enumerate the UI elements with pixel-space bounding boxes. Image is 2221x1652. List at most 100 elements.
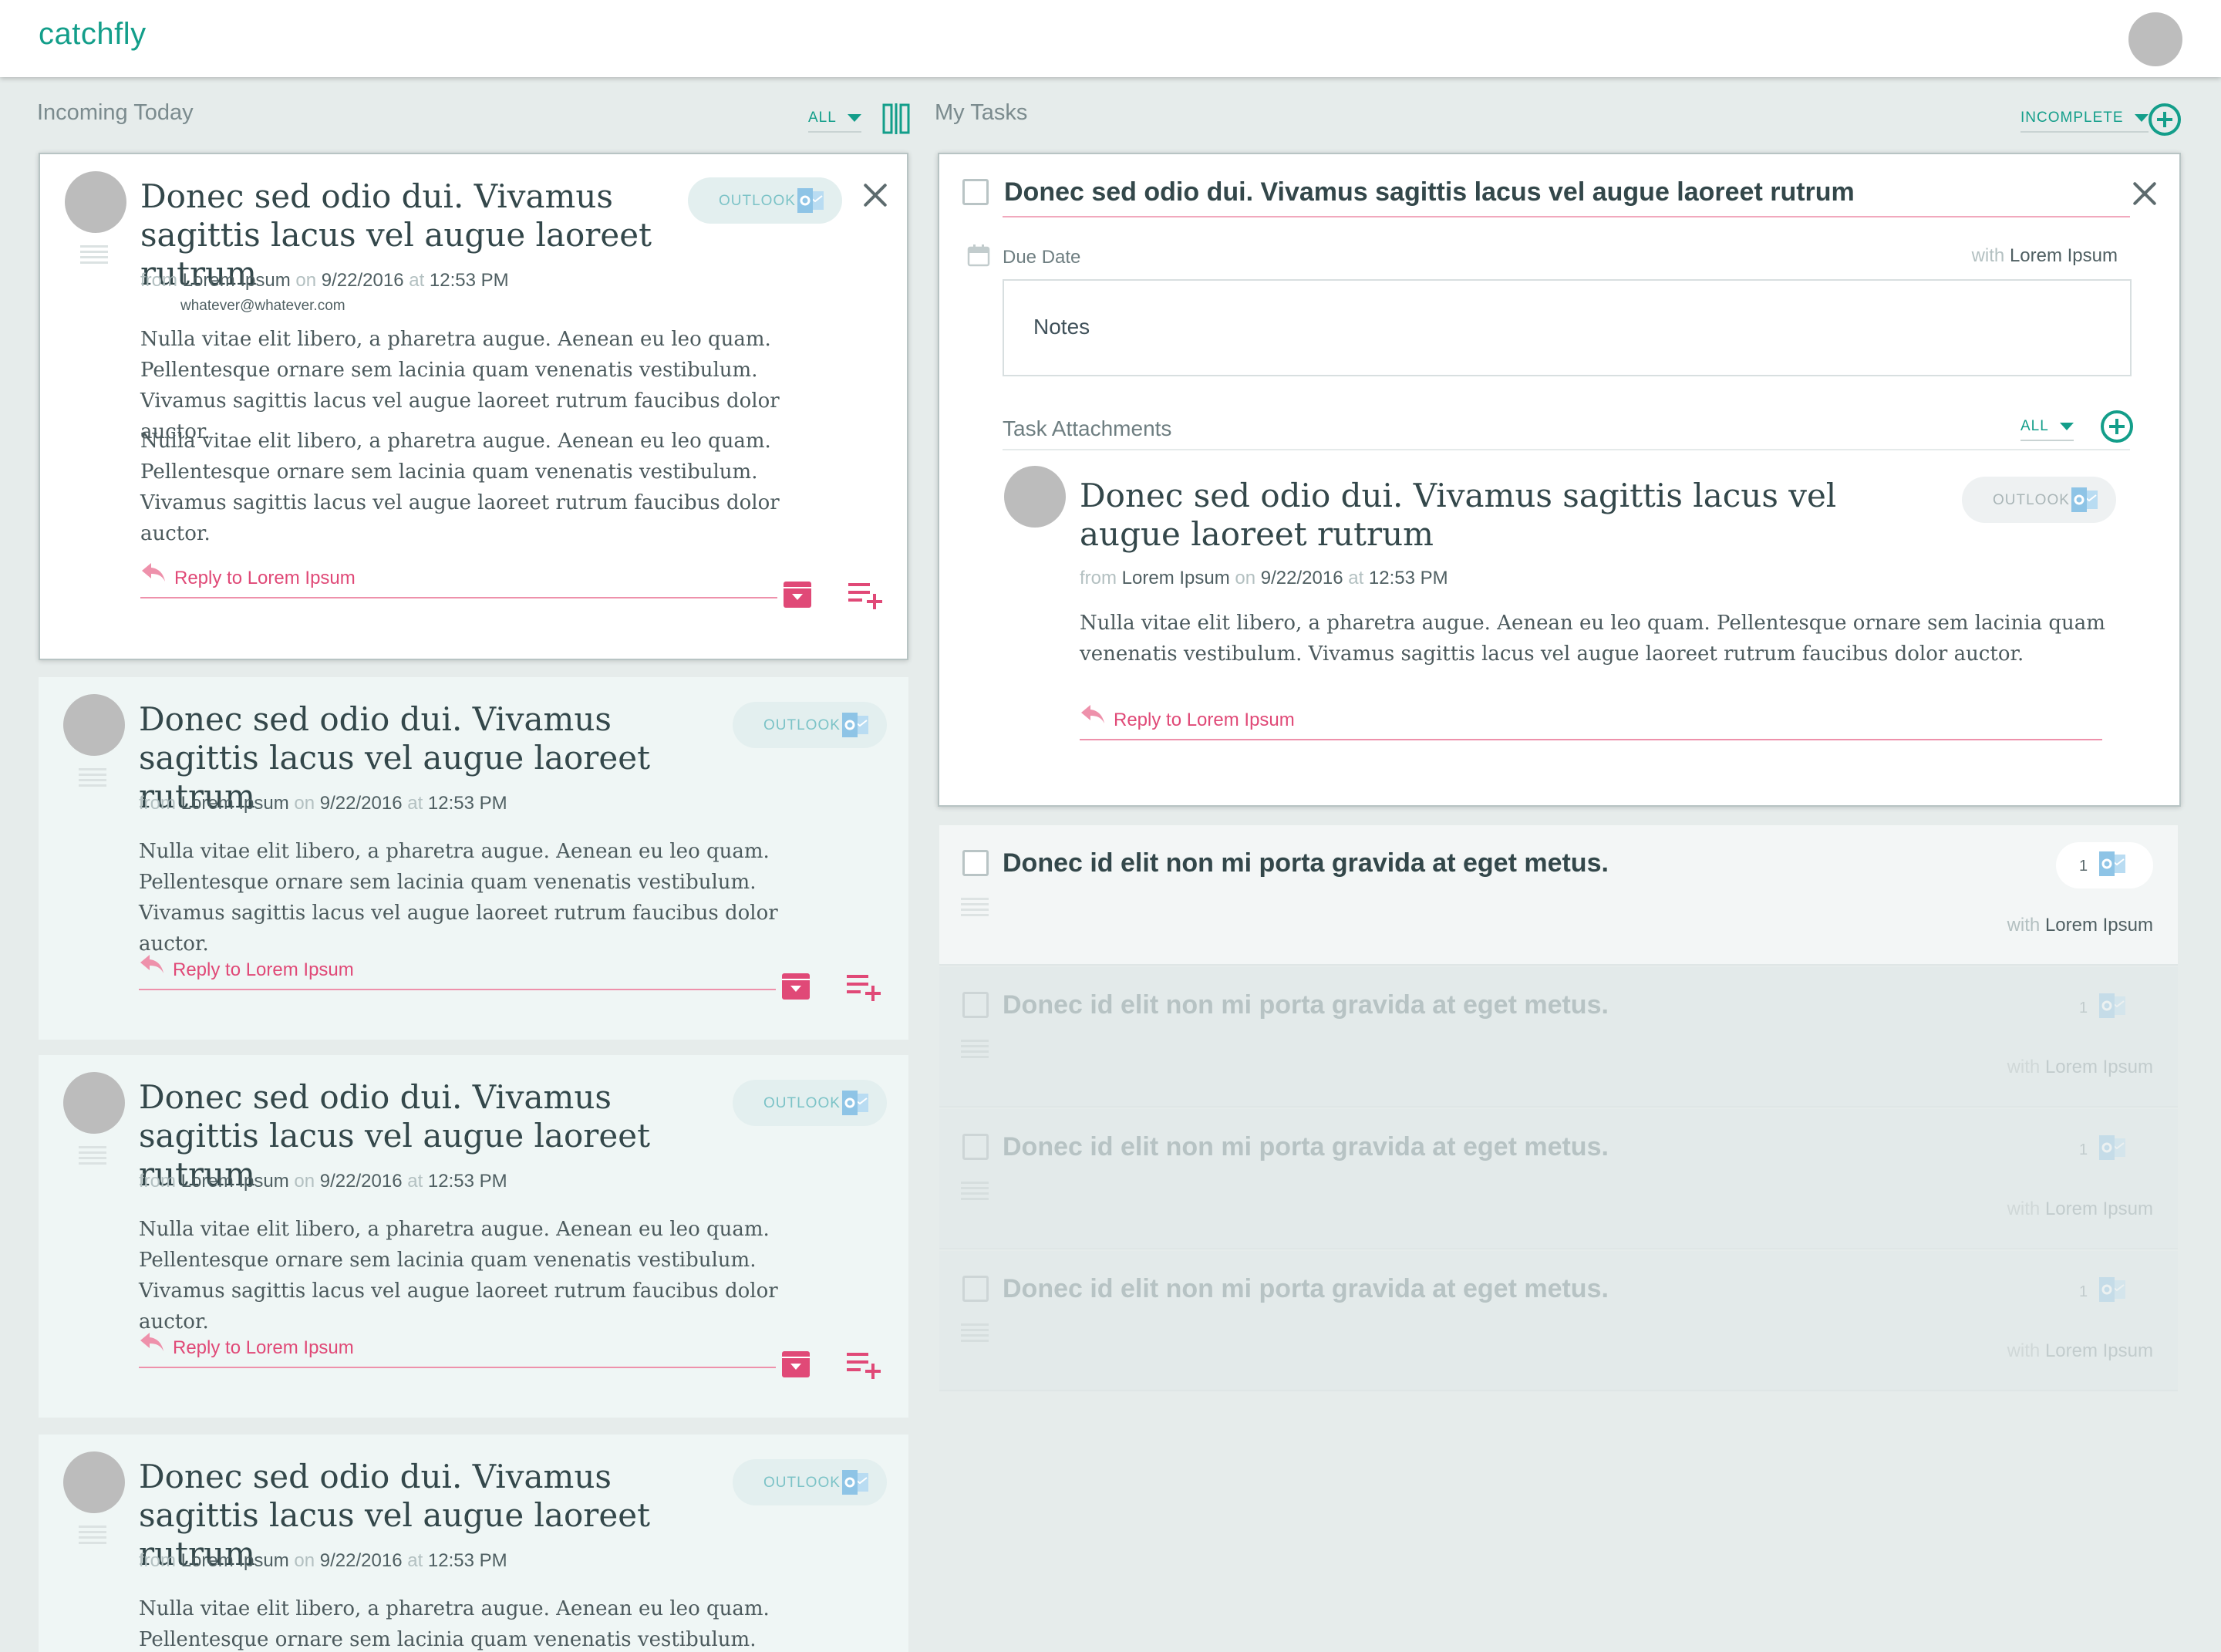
sender-avatar [1004,466,1066,528]
outlook-icon [2099,1277,2125,1302]
attachment-count-badge: 1 [2056,1268,2153,1314]
add-attachment-button[interactable] [2101,410,2133,443]
task-with: with Lorem Ipsum [2007,1057,2153,1078]
task-row-title: Donec id elit non mi porta gravida at eg… [1003,990,1609,1020]
close-icon[interactable] [862,182,888,208]
with-label: with [2007,1340,2041,1361]
outlook-icon [842,1470,868,1495]
email-body-paragraph: Nulla vitae elit libero, a pharetra augu… [139,840,778,956]
drag-handle-icon[interactable] [961,1040,989,1060]
with-name: Lorem Ipsum [2044,1340,2153,1361]
sender-avatar [63,694,125,756]
at-label: at [1348,568,1364,588]
reply-field[interactable]: Reply to Lorem Ipsum [140,557,777,598]
with-label: with [2007,915,2041,936]
with-name: Lorem Ipsum [2044,1199,2153,1219]
from-label: from [139,1171,176,1192]
sender-avatar [63,1451,125,1513]
email-card[interactable]: Donec sed odio dui. Vivamus sagittis lac… [39,1055,908,1418]
task-checkbox[interactable] [962,850,989,876]
app-logo[interactable]: catchfly [39,17,147,52]
tasks-filter-dropdown[interactable]: INCOMPLETE [2020,110,2149,133]
incoming-header: Incoming Today [37,100,194,125]
sender-avatar [65,171,126,233]
archive-icon[interactable] [780,1348,811,1379]
drag-handle-icon[interactable] [79,1146,106,1166]
notes-field[interactable]: Notes [1003,279,2132,376]
with-label: with [2007,1057,2041,1077]
close-icon[interactable] [2132,180,2158,207]
attachment-count: 1 [2079,858,2088,875]
email-time: 12:53 PM [1368,568,1448,588]
caret-down-icon [847,113,861,122]
task-title-underline [1003,216,2130,217]
add-to-tasks-icon[interactable] [847,1350,882,1381]
reply-field[interactable]: Reply to Lorem Ipsum [1080,699,2102,740]
drag-handle-icon[interactable] [961,1323,989,1344]
email-card[interactable]: Donec sed odio dui. Vivamus sagittis lac… [39,1435,908,1652]
task-row[interactable]: Donec id elit non mi porta gravida at eg… [939,967,2178,1108]
notes-placeholder: Notes [1033,315,1090,339]
attachment-count-badge: 1 [2056,1126,2153,1172]
reply-field[interactable]: Reply to Lorem Ipsum [139,1327,776,1368]
drag-handle-icon[interactable] [961,898,989,918]
on-label: on [294,1550,315,1571]
open-task-card[interactable]: Donec sed odio dui. Vivamus sagittis lac… [938,153,2181,807]
add-task-button[interactable] [2149,103,2181,136]
task-checkbox[interactable] [962,179,989,205]
task-row[interactable]: Donec id elit non mi porta gravida at eg… [939,1109,2178,1249]
task-row-title: Donec id elit non mi porta gravida at eg… [1003,1274,1609,1303]
user-avatar[interactable] [2128,12,2182,66]
add-to-tasks-icon[interactable] [847,972,882,1003]
add-to-tasks-icon[interactable] [848,580,884,611]
archive-icon[interactable] [782,578,813,609]
drag-handle-icon[interactable] [80,245,108,265]
drag-handle-icon[interactable] [961,1182,989,1202]
attachment-body: Nulla vitae elit libero, a pharetra augu… [1080,612,2105,666]
with-label: with [1971,245,2005,266]
drag-handle-icon[interactable] [79,768,106,788]
task-row[interactable]: Donec id elit non mi porta gravida at eg… [939,1251,2178,1391]
task-row[interactable]: Donec id elit non mi porta gravida at eg… [939,825,2178,966]
at-label: at [407,1171,423,1192]
attachments-filter-dropdown[interactable]: ALL [2020,418,2074,441]
reply-field[interactable]: Reply to Lorem Ipsum [139,949,776,990]
due-date-field[interactable]: Due Date [1003,247,1080,268]
email-body-paragraph: Nulla vitae elit libero, a pharetra augu… [139,1597,770,1651]
on-label: on [1235,568,1256,588]
task-with: with Lorem Ipsum [2007,1199,2153,1220]
at-label: at [407,1550,423,1571]
email-card[interactable]: Donec sed odio dui. Vivamus sagittis lac… [39,677,908,1040]
sender-name: Lorem Ipsum [180,1550,289,1571]
task-row-title: Donec id elit non mi porta gravida at eg… [1003,1132,1609,1161]
task-checkbox[interactable] [962,1134,989,1160]
outlook-icon [2099,851,2125,876]
archive-icon[interactable] [780,970,811,1001]
attachment-count: 1 [2079,1000,2088,1016]
incoming-filter-dropdown[interactable]: ALL [808,110,861,133]
source-label: OUTLOOK [763,1095,841,1111]
email-body-paragraph: Nulla vitae elit libero, a pharetra augu… [140,430,780,545]
source-badge: OUTLOOK [733,702,887,748]
task-row-title: Donec id elit non mi porta gravida at eg… [1003,848,1609,878]
attachment-count: 1 [2079,1141,2088,1158]
email-card[interactable]: Donec sed odio dui. Vivamus sagittis lac… [39,153,908,660]
email-time: 12:53 PM [427,1171,507,1192]
drag-handle-icon[interactable] [79,1526,106,1546]
email-date: 9/22/2016 [319,1550,403,1571]
caret-down-icon [2134,113,2149,122]
split-view-icon[interactable] [882,103,910,134]
calendar-icon[interactable] [967,244,990,267]
task-checkbox[interactable] [962,1276,989,1302]
reply-icon [142,563,165,582]
attachments-heading: Task Attachments [1003,416,1172,440]
outlook-icon [842,1091,868,1115]
tasks-header: My Tasks [935,100,1028,125]
task-title[interactable]: Donec sed odio dui. Vivamus sagittis lac… [1004,177,1855,207]
attachments-filter-value: ALL [2020,418,2049,434]
task-checkbox[interactable] [962,992,989,1018]
on-label: on [294,793,315,814]
attachment-count-badge: 1 [2056,842,2153,888]
attachments-divider [1003,449,2130,450]
with-label: with [2007,1199,2041,1219]
